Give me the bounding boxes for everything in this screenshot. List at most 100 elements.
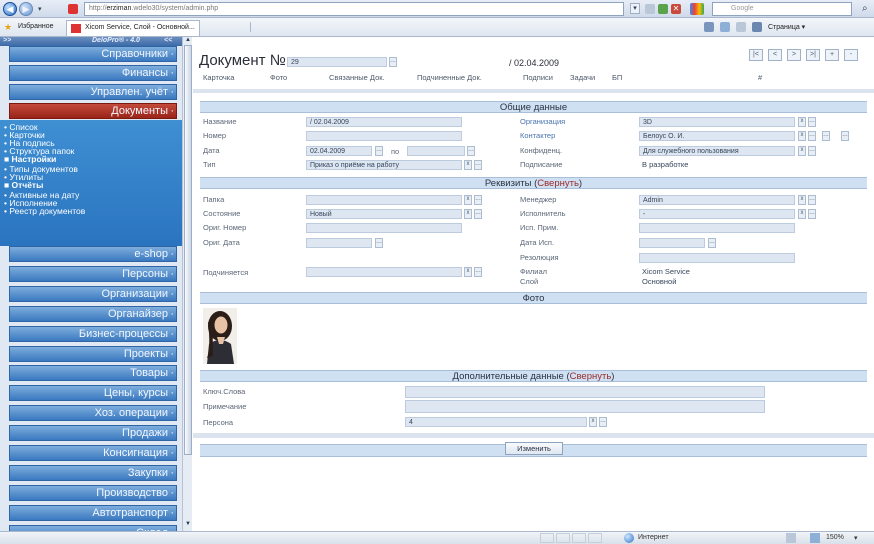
sidebar-item[interactable]: Продажи bbox=[9, 425, 177, 442]
documents-submenu-item[interactable]: ■ Настройки bbox=[4, 155, 56, 164]
person-picker-button[interactable]: … bbox=[599, 417, 607, 427]
star-icon[interactable]: ★ bbox=[4, 22, 12, 33]
contact-more-button[interactable]: … bbox=[841, 131, 849, 141]
sidebar-item[interactable]: Документы bbox=[9, 103, 177, 119]
type-clear-button[interactable]: x bbox=[464, 160, 472, 170]
date-picker-button[interactable]: … bbox=[375, 146, 383, 156]
exec-date-picker-button[interactable]: … bbox=[708, 238, 716, 248]
date-to-picker-button[interactable]: … bbox=[467, 146, 475, 156]
conf-clear-button[interactable]: x bbox=[798, 146, 806, 156]
search-icon[interactable]: ⌕ bbox=[862, 3, 868, 14]
executor-field[interactable]: - bbox=[639, 209, 795, 219]
exec-note-field[interactable] bbox=[639, 223, 795, 233]
zoom-level[interactable]: 150% bbox=[826, 534, 844, 541]
doc-tab[interactable]: # bbox=[758, 73, 762, 82]
sidebar-item[interactable]: Органайзер bbox=[9, 305, 177, 322]
conf-field[interactable]: Для служебного пользования bbox=[639, 146, 795, 156]
scroll-down-icon[interactable]: ▼ bbox=[184, 521, 192, 529]
manager-picker-button[interactable]: … bbox=[808, 195, 816, 205]
date-field[interactable]: 02.04.2009 bbox=[306, 146, 372, 156]
doc-number-picker-button[interactable]: … bbox=[389, 57, 397, 67]
sidebar-item[interactable]: Проекты bbox=[9, 345, 177, 362]
state-clear-button[interactable]: x bbox=[464, 209, 472, 219]
orig-number-field[interactable] bbox=[306, 223, 462, 233]
manager-clear-button[interactable]: x bbox=[798, 195, 806, 205]
contact-field[interactable]: Белоус О. И. bbox=[639, 131, 795, 141]
mail-icon[interactable] bbox=[736, 22, 746, 32]
sidebar-item[interactable]: e-shop bbox=[9, 246, 177, 262]
sidebar-item[interactable]: Консигнация bbox=[9, 445, 177, 461]
executor-clear-button[interactable]: x bbox=[798, 209, 806, 219]
search-input[interactable]: Google bbox=[712, 2, 852, 16]
executor-picker-button[interactable]: … bbox=[808, 209, 816, 219]
folder-picker-button[interactable]: … bbox=[474, 195, 482, 205]
orig-date-field[interactable] bbox=[306, 238, 372, 248]
sidebar-item[interactable]: Закупки bbox=[9, 464, 177, 481]
record-nav-button[interactable]: + bbox=[825, 49, 839, 61]
url-dropdown-icon[interactable]: ▾ bbox=[630, 3, 640, 14]
type-field[interactable]: Приказ о приёме на работу bbox=[306, 160, 462, 170]
sidebar-item[interactable]: Цены, курсы bbox=[9, 385, 177, 402]
compat-view-icon[interactable] bbox=[645, 4, 655, 14]
doc-tab[interactable]: БП bbox=[612, 73, 622, 82]
record-nav-button[interactable]: |< bbox=[749, 49, 763, 61]
record-nav-button[interactable]: > bbox=[787, 49, 801, 61]
extra-collapse-link[interactable]: Свернуть bbox=[570, 371, 612, 382]
type-picker-button[interactable]: … bbox=[474, 160, 482, 170]
contact-extra-button[interactable]: … bbox=[822, 131, 830, 141]
scroll-thumb[interactable] bbox=[184, 45, 192, 455]
folder-field[interactable] bbox=[306, 195, 462, 205]
doc-tab[interactable]: Подписи bbox=[523, 73, 553, 82]
subordinate-clear-button[interactable]: x bbox=[464, 267, 472, 277]
documents-submenu-item[interactable]: ■ Отчёты bbox=[4, 181, 43, 190]
doc-tab[interactable]: Карточка bbox=[203, 73, 234, 82]
page-menu[interactable]: Страница ▾ bbox=[768, 23, 805, 31]
refresh-icon[interactable] bbox=[658, 4, 668, 14]
org-clear-button[interactable]: x bbox=[798, 117, 806, 127]
zoom-icon[interactable] bbox=[810, 533, 820, 543]
exec-date-field[interactable] bbox=[639, 238, 705, 248]
home-icon[interactable] bbox=[704, 22, 714, 32]
doc-tab[interactable]: Фото bbox=[270, 73, 287, 82]
zoom-dropdown-icon[interactable]: ▾ bbox=[854, 534, 858, 542]
scroll-up-icon[interactable]: ▲ bbox=[184, 37, 192, 45]
print-icon[interactable] bbox=[752, 22, 762, 32]
sidebar-item[interactable]: Бизнес-процессы bbox=[9, 325, 177, 342]
favorites-label[interactable]: Избранное bbox=[18, 23, 53, 30]
sidebar-item[interactable]: Финансы bbox=[9, 65, 177, 81]
browser-tab[interactable]: Xicom Service, Слой - Основной... bbox=[66, 20, 200, 36]
org-field[interactable]: 3D bbox=[639, 117, 795, 127]
folder-clear-button[interactable]: x bbox=[464, 195, 472, 205]
record-nav-button[interactable]: >| bbox=[806, 49, 820, 61]
sidebar-item[interactable]: Товары bbox=[9, 365, 177, 382]
back-icon[interactable]: ◀ bbox=[3, 2, 17, 16]
sidebar-item[interactable]: Управлен. учёт bbox=[9, 84, 177, 100]
sidebar-item[interactable]: Персоны bbox=[9, 265, 177, 282]
date-to-field[interactable] bbox=[407, 146, 465, 156]
person-photo[interactable] bbox=[203, 308, 237, 364]
manager-field[interactable]: Admin bbox=[639, 195, 795, 205]
sidebar-item[interactable]: Организации bbox=[9, 285, 177, 302]
subordinate-field[interactable] bbox=[306, 267, 462, 277]
sidebar-collapse-button[interactable]: << bbox=[164, 37, 172, 44]
documents-submenu-item[interactable]: • Реестр документов bbox=[4, 207, 85, 216]
edit-button[interactable]: Изменить bbox=[505, 442, 563, 455]
state-field[interactable]: Новый bbox=[306, 209, 462, 219]
record-nav-button[interactable]: - bbox=[844, 49, 858, 61]
number-field[interactable] bbox=[306, 131, 462, 141]
contact-picker-button[interactable]: … bbox=[808, 131, 816, 141]
name-field[interactable]: / 02.04.2009 bbox=[306, 117, 462, 127]
sidebar-item[interactable]: Справочники bbox=[9, 46, 177, 62]
url-input[interactable]: http://erziman.wdelo30/system/admin.php bbox=[84, 2, 624, 16]
doc-tab[interactable]: Задачи bbox=[570, 73, 595, 82]
sidebar-item[interactable]: Производство bbox=[9, 484, 177, 501]
sidebar-scrollbar[interactable]: ▲ ▼ bbox=[182, 37, 192, 531]
note-field[interactable] bbox=[405, 400, 765, 413]
forward-icon[interactable]: ▶ bbox=[19, 2, 33, 16]
record-nav-button[interactable]: < bbox=[768, 49, 782, 61]
stop-icon[interactable]: ✕ bbox=[671, 4, 681, 14]
doc-number-field[interactable]: 29 bbox=[287, 57, 387, 67]
doc-tab[interactable]: Связанные Док. bbox=[329, 73, 385, 82]
resolution-field[interactable] bbox=[639, 253, 795, 263]
sidebar-item[interactable]: Хоз. операции bbox=[9, 405, 177, 422]
